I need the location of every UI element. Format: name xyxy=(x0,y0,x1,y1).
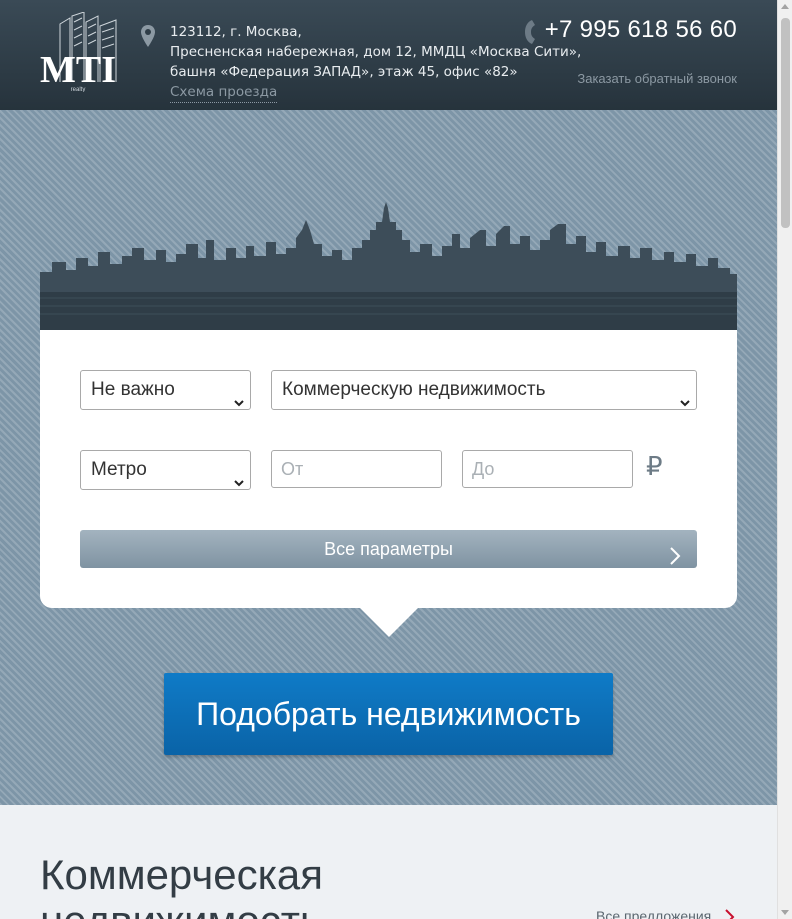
chevron-right-icon xyxy=(669,540,681,565)
directions-link[interactable]: Схема проезда xyxy=(170,82,278,103)
vertical-scrollbar[interactable] xyxy=(777,0,792,919)
all-offers-link[interactable]: Все предложения xyxy=(596,908,711,919)
chevron-right-icon xyxy=(724,909,736,919)
price-from-input[interactable]: От xyxy=(271,450,442,488)
scroll-down-icon[interactable] xyxy=(781,910,789,915)
callback-link[interactable]: Заказать обратный звонок xyxy=(577,71,737,86)
all-parameters-button[interactable]: Все параметры xyxy=(80,530,697,568)
metro-select[interactable]: Метро xyxy=(80,450,251,490)
logo-subtext: realty xyxy=(71,87,86,92)
scroll-up-icon[interactable] xyxy=(781,4,789,9)
search-panel-pointer xyxy=(359,607,419,637)
deal-type-select[interactable]: Не важно xyxy=(80,370,251,410)
company-logo[interactable]: MTI realty xyxy=(40,11,120,93)
phone-number[interactable]: +7 995 618 56 60 xyxy=(545,16,737,44)
chevron-down-icon xyxy=(234,384,244,407)
site-header: MTI realty 123112, г. Москва, Пресненска… xyxy=(0,0,777,110)
deal-type-value: Не важно xyxy=(91,379,175,400)
all-parameters-label: Все параметры xyxy=(324,539,453,559)
chevron-down-icon xyxy=(680,384,690,407)
map-pin-icon xyxy=(141,25,155,47)
section-title-line-1: Коммерческая xyxy=(40,851,324,898)
logo-text: MTI xyxy=(40,49,116,91)
address-line-1: 123112, г. Москва, xyxy=(170,24,302,40)
price-to-input[interactable]: До xyxy=(462,450,633,488)
scrollbar-thumb[interactable] xyxy=(781,18,790,228)
city-skyline-illustration xyxy=(40,200,737,330)
metro-value: Метро xyxy=(91,459,147,480)
property-type-value: Коммерческую недвижимость xyxy=(282,379,546,400)
phone-icon xyxy=(523,20,537,44)
page: MTI realty 123112, г. Москва, Пресненска… xyxy=(0,0,777,919)
find-property-button[interactable]: Подобрать недвижимость xyxy=(164,673,613,755)
address-line-2: Пресненская набережная, дом 12, ММДЦ «Мо… xyxy=(170,44,582,60)
ruble-currency-icon: ₽ xyxy=(646,452,663,482)
address-line-3: башня «Федерация ЗАПАД», этаж 45, офис «… xyxy=(170,64,518,80)
property-type-select[interactable]: Коммерческую недвижимость xyxy=(271,370,697,410)
office-address: 123112, г. Москва, Пресненская набережна… xyxy=(170,22,581,82)
section-title-line-2: недвижимость xyxy=(40,897,322,919)
section-title: Коммерческая недвижимость xyxy=(40,852,400,919)
chevron-down-icon xyxy=(234,464,244,487)
